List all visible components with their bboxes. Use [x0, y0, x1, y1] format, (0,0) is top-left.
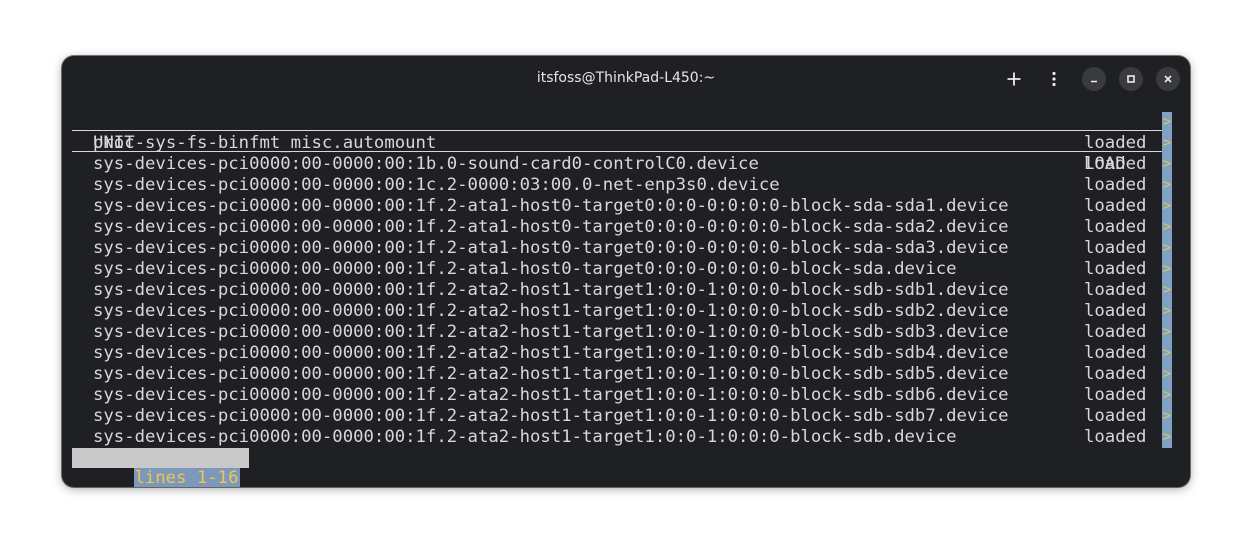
maximize-button[interactable] — [1119, 67, 1143, 91]
overflow-marker: > — [1162, 301, 1172, 322]
unit-name: sys-devices-pci0000:00-0000:00:1f.2-ata1… — [93, 259, 957, 279]
overflow-marker: > — [1162, 154, 1172, 175]
unit-name: sys-devices-pci0000:00-0000:00:1f.2-ata1… — [93, 238, 1009, 258]
load-state: loaded — [1084, 343, 1147, 363]
load-state: loaded — [1084, 133, 1147, 153]
kebab-menu-icon — [1052, 71, 1056, 87]
unit-name: sys-devices-pci0000:00-0000:00:1f.2-ata2… — [93, 280, 1009, 300]
menu-button[interactable] — [1042, 67, 1066, 91]
overflow-marker: > — [1162, 406, 1172, 427]
overflow-marker: > — [1162, 427, 1172, 448]
terminal-output[interactable]: UNIT LOAD > proc-sys-fs-binfmt_misc.autom… — [72, 112, 1172, 487]
load-state: loaded — [1084, 196, 1147, 216]
load-state: loaded — [1084, 154, 1147, 174]
overflow-marker: > — [1162, 238, 1172, 259]
terminal-window: itsfoss@ThinkPad-L450:~ UNIT LOAD > proc… — [62, 56, 1190, 487]
load-state: loaded — [1084, 259, 1147, 279]
unit-name: sys-devices-pci0000:00-0000:00:1b.0-soun… — [93, 154, 759, 174]
load-state: loaded — [1084, 322, 1147, 342]
new-tab-button[interactable] — [1002, 67, 1026, 91]
load-state: loaded — [1084, 364, 1147, 384]
unit-name: sys-devices-pci0000:00-0000:00:1f.2-ata2… — [93, 427, 957, 447]
overflow-marker: > — [1162, 259, 1172, 280]
pager-status: lines 1-16 — [72, 448, 250, 487]
load-state: loaded — [1084, 238, 1147, 258]
overflow-marker: > — [1162, 343, 1172, 364]
close-button[interactable] — [1156, 67, 1180, 91]
overflow-marker: > — [1162, 217, 1172, 238]
titlebar[interactable]: itsfoss@ThinkPad-L450:~ — [62, 56, 1190, 102]
load-state: loaded — [1084, 280, 1147, 300]
load-state: loaded — [1084, 301, 1147, 321]
maximize-icon — [1127, 75, 1135, 83]
unit-name: sys-devices-pci0000:00-0000:00:1f.2-ata2… — [93, 364, 1009, 384]
header-underline — [72, 130, 1162, 131]
unit-name: sys-devices-pci0000:00-0000:00:1f.2-ata2… — [93, 322, 1009, 342]
unit-name: sys-devices-pci0000:00-0000:00:1f.2-ata2… — [93, 301, 1009, 321]
unit-name: sys-devices-pci0000:00-0000:00:1f.2-ata2… — [93, 406, 1009, 426]
minimize-button[interactable] — [1082, 67, 1106, 91]
pager-status-text: lines 1-16 — [134, 468, 241, 487]
overflow-marker: > — [1162, 385, 1172, 406]
close-icon — [1164, 75, 1172, 83]
load-state: loaded — [1084, 406, 1147, 426]
unit-name: sys-devices-pci0000:00-0000:00:1f.2-ata2… — [93, 385, 1009, 405]
overflow-marker: > — [1162, 322, 1172, 343]
unit-name: sys-devices-pci0000:00-0000:00:1c.2-0000… — [93, 175, 780, 195]
overflow-marker: > — [1162, 133, 1172, 154]
overflow-marker: > — [1162, 175, 1172, 196]
unit-name: sys-devices-pci0000:00-0000:00:1f.2-ata1… — [93, 196, 1009, 216]
load-state: loaded — [1084, 385, 1147, 405]
unit-name: sys-devices-pci0000:00-0000:00:1f.2-ata2… — [93, 343, 1009, 363]
overflow-marker: > — [1162, 364, 1172, 385]
load-state: loaded — [1084, 217, 1147, 237]
unit-name: proc-sys-fs-binfmt_misc.automount — [93, 133, 437, 153]
unit-name: sys-devices-pci0000:00-0000:00:1f.2-ata1… — [93, 217, 1009, 237]
load-state: loaded — [1084, 427, 1147, 447]
overflow-marker: > — [1162, 280, 1172, 301]
minimize-icon — [1091, 80, 1097, 83]
overflow-marker: > — [1162, 112, 1172, 133]
load-state: loaded — [1084, 175, 1147, 195]
overflow-marker: > — [1162, 196, 1172, 217]
plus-icon — [1007, 72, 1021, 86]
